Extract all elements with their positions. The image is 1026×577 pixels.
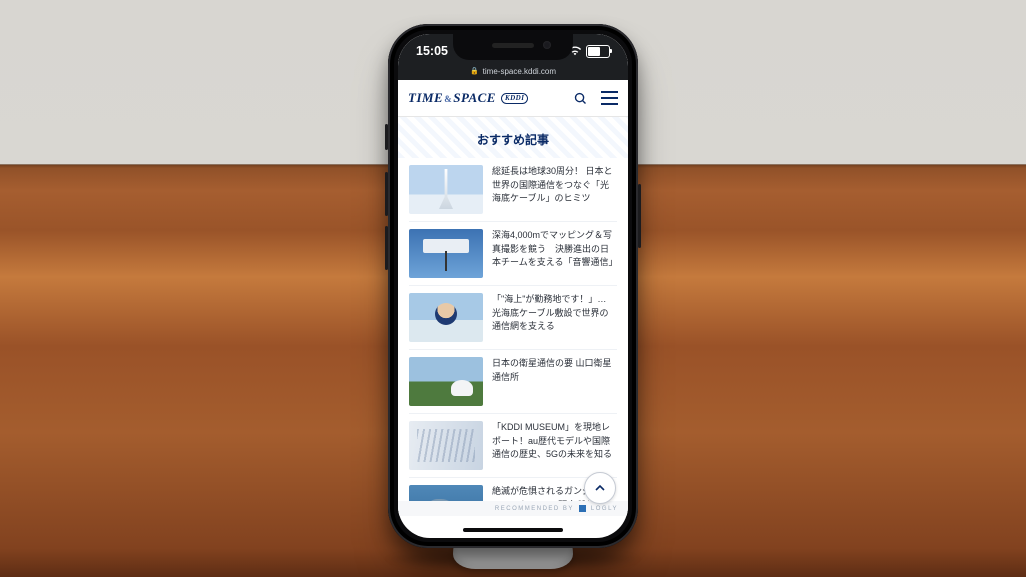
section-title: おすすめ記事: [398, 117, 628, 158]
article-title: 「KDDI MUSEUM」を現地レポート！au歴代モデルや国際通信の歴史、5Gの…: [492, 421, 617, 462]
status-time: 15:05: [416, 44, 448, 58]
article-title: 深海4,000mでマッピング＆写真撮影を競う 決勝進出の日本チームを支える「音響…: [492, 229, 617, 270]
display-notch: [453, 34, 573, 60]
article-thumbnail: [409, 357, 483, 406]
power-button: [638, 184, 641, 248]
logo-text-1: TIME: [408, 90, 443, 105]
site-logo[interactable]: TIME&SPACE KDDI: [408, 90, 528, 106]
logo-subbrand: KDDI: [501, 93, 529, 104]
iphone-device: 15:05 🔒 time-space.kddi.com: [388, 24, 638, 548]
volume-up-button: [385, 172, 388, 216]
battery-icon: [586, 45, 610, 58]
photo-scene: 15:05 🔒 time-space.kddi.com: [0, 0, 1026, 577]
address-bar[interactable]: 🔒 time-space.kddi.com: [398, 62, 628, 80]
lock-icon: 🔒: [470, 67, 479, 75]
article-thumbnail: [409, 421, 483, 470]
volume-down-button: [385, 226, 388, 270]
scroll-to-top-button[interactable]: [584, 472, 616, 504]
logly-logo-icon: [579, 505, 586, 512]
article-title: 日本の衛星通信の要 山口衛星通信所: [492, 357, 617, 384]
article-item[interactable]: 「KDDI MUSEUM」を現地レポート！au歴代モデルや国際通信の歴史、5Gの…: [409, 413, 617, 477]
article-list: 総延長は地球30周分！ 日本と世界の国際通信をつなぐ「光海底ケーブル」のヒミツ …: [398, 158, 628, 516]
article-thumbnail: [409, 165, 483, 214]
article-item[interactable]: 深海4,000mでマッピング＆写真撮影を競う 決勝進出の日本チームを支える「音響…: [409, 221, 617, 285]
recommend-footer: RECOMMENDED BY LOGLY: [398, 501, 628, 516]
site-header: TIME&SPACE KDDI: [398, 80, 628, 117]
phone-screen: 15:05 🔒 time-space.kddi.com: [398, 34, 628, 538]
home-indicator[interactable]: [463, 528, 563, 532]
address-url: time-space.kddi.com: [483, 67, 556, 76]
article-item[interactable]: 「"海上"が勤務地です！」… 光海底ケーブル敷設で世界の通信網を支える: [409, 285, 617, 349]
web-viewport[interactable]: TIME&SPACE KDDI おすすめ記事: [398, 80, 628, 516]
footer-brand: LOGLY: [591, 506, 618, 512]
hamburger-menu-icon[interactable]: [601, 91, 618, 105]
article-thumbnail: [409, 229, 483, 278]
logo-amp: &: [444, 94, 452, 104]
footer-label: RECOMMENDED BY: [495, 506, 574, 512]
article-item[interactable]: 総延長は地球30周分！ 日本と世界の国際通信をつなぐ「光海底ケーブル」のヒミツ: [409, 158, 617, 221]
article-title: 「"海上"が勤務地です！」… 光海底ケーブル敷設で世界の通信網を支える: [492, 293, 617, 334]
mute-switch: [385, 124, 388, 150]
article-thumbnail: [409, 293, 483, 342]
logo-text-2: SPACE: [453, 90, 496, 105]
article-item[interactable]: 日本の衛星通信の要 山口衛星通信所: [409, 349, 617, 413]
article-title: 総延長は地球30周分！ 日本と世界の国際通信をつなぐ「光海底ケーブル」のヒミツ: [492, 165, 617, 206]
search-icon[interactable]: [573, 91, 588, 106]
